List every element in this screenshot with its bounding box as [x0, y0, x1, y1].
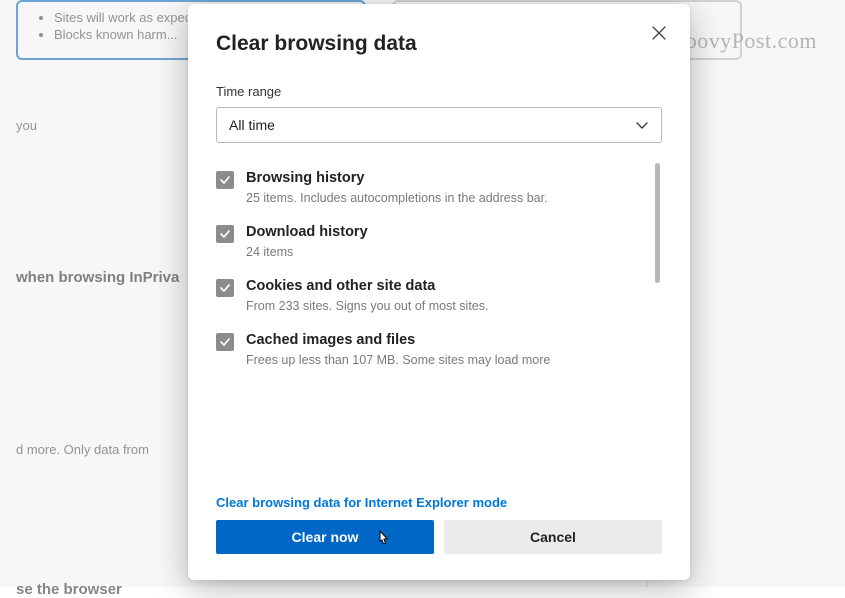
check-icon — [219, 228, 231, 240]
checkbox-cookies[interactable] — [216, 279, 234, 297]
list-item: Browsing history 25 items. Includes auto… — [216, 161, 646, 215]
item-desc: From 233 sites. Signs you out of most si… — [246, 298, 488, 316]
dialog-title: Clear browsing data — [216, 32, 662, 56]
clear-now-button[interactable]: Clear now — [216, 520, 434, 554]
item-desc: Frees up less than 107 MB. Some sites ma… — [246, 352, 550, 370]
item-title: Cached images and files — [246, 331, 550, 351]
check-icon — [219, 174, 231, 186]
close-icon — [652, 26, 666, 40]
time-range-label: Time range — [216, 84, 662, 99]
check-icon — [219, 336, 231, 348]
clear-now-label: Clear now — [292, 529, 359, 545]
item-desc: 25 items. Includes autocompletions in th… — [246, 190, 548, 208]
close-button[interactable] — [652, 26, 666, 43]
clear-ie-data-link[interactable]: Clear browsing data for Internet Explore… — [216, 495, 662, 510]
chevron-down-icon — [635, 118, 649, 132]
cancel-label: Cancel — [530, 529, 576, 545]
checkbox-download-history[interactable] — [216, 225, 234, 243]
item-title: Browsing history — [246, 169, 548, 189]
scrollbar-thumb[interactable] — [655, 163, 660, 283]
list-item: Cookies and other site data From 233 sit… — [216, 269, 646, 323]
pointer-cursor-icon — [374, 529, 392, 551]
time-range-value: All time — [229, 117, 275, 133]
checkbox-cache[interactable] — [216, 333, 234, 351]
cancel-button[interactable]: Cancel — [444, 520, 662, 554]
clear-browsing-data-dialog: Clear browsing data Time range All time … — [188, 4, 690, 580]
item-title: Cookies and other site data — [246, 277, 488, 297]
checkbox-browsing-history[interactable] — [216, 171, 234, 189]
data-type-list: Browsing history 25 items. Includes auto… — [216, 161, 646, 489]
list-item: Download history 24 items — [216, 215, 646, 269]
item-title: Download history — [246, 223, 368, 243]
check-icon — [219, 282, 231, 294]
item-desc: 24 items — [246, 244, 368, 262]
list-item: Cached images and files Frees up less th… — [216, 323, 646, 377]
time-range-select[interactable]: All time — [216, 107, 662, 143]
